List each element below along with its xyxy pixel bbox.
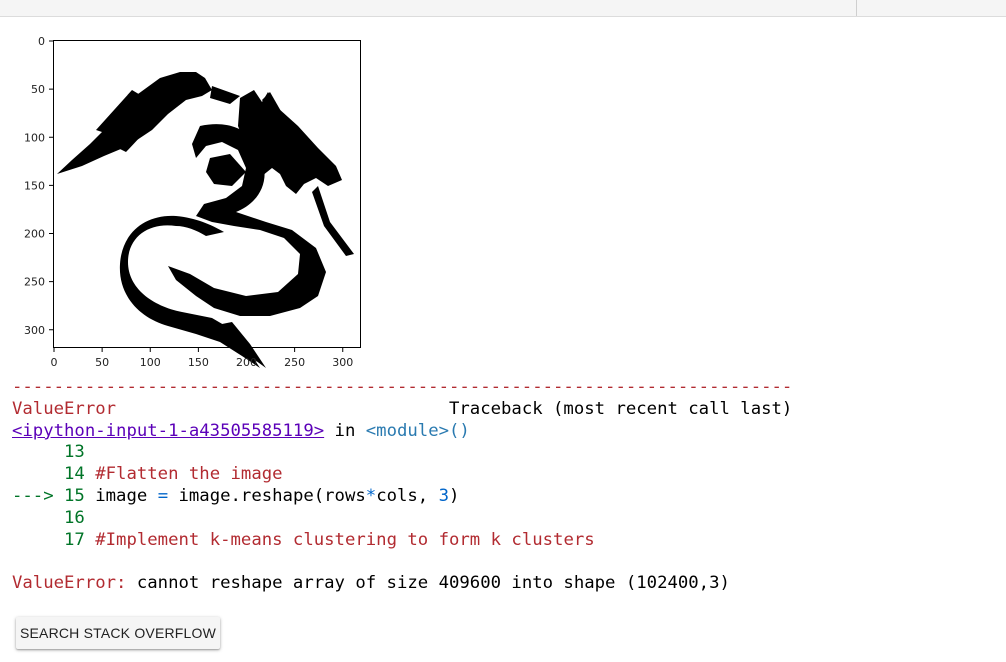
x-tick-label: 200	[236, 356, 257, 369]
ipython-input-link[interactable]: <ipython-input-1-a43505585119>	[12, 421, 324, 441]
traceback-line: 16	[64, 507, 85, 528]
traceback-header: Traceback (most recent call last)	[448, 398, 793, 419]
traceback-line: 17 #Implement k-means clustering to form…	[64, 529, 595, 550]
x-tick-label: 100	[140, 356, 161, 369]
y-tick-label: 0	[38, 35, 45, 48]
dragon-whisker	[312, 186, 354, 256]
y-tick-label: 250	[24, 276, 45, 289]
traceback-output: ----------------------------------------…	[12, 377, 792, 595]
toolbar-divider	[856, 0, 857, 16]
traceback-separator: ----------------------------------------…	[12, 377, 793, 397]
y-tick-label: 50	[31, 83, 45, 96]
y-tick-label: 300	[24, 324, 45, 337]
cell-toolbar	[0, 0, 1006, 17]
x-tick-label: 250	[284, 356, 305, 369]
dragon-image	[57, 72, 354, 368]
traceback-line-current: ---> 15 image = image.reshape(rows*cols,…	[12, 485, 460, 506]
module-name: <module>()	[365, 420, 470, 441]
x-tick-label: 50	[95, 356, 109, 369]
image-plot: 0 50 100 150 200 250 300 0 50 100 150 200 250 300	[0, 26, 380, 376]
search-stack-overflow-button[interactable]: SEARCH STACK OVERFLOW	[16, 617, 220, 649]
x-tick-label: 300	[332, 356, 353, 369]
y-tick-label: 150	[24, 179, 45, 192]
y-tick-label: 100	[24, 131, 45, 144]
y-tick-label: 200	[24, 228, 45, 241]
final-error-message: cannot reshape array of size 409600 into…	[136, 573, 730, 594]
dragon-inner-scales	[206, 154, 246, 186]
dragon-wing	[57, 72, 212, 174]
x-axis-ticks: 0 50 100 150 200 250 300	[51, 348, 353, 369]
x-tick-label: 150	[188, 356, 209, 369]
error-type: ValueError	[12, 398, 117, 419]
plot-svg: 0 50 100 150 200 250 300 0 50 100 150 200 250 300	[24, 35, 361, 369]
y-axis-ticks: 0 50 100 150 200 250 300	[24, 35, 53, 337]
in-word: in	[334, 420, 356, 441]
final-error-type: ValueError:	[12, 573, 127, 594]
x-tick-label: 0	[51, 356, 58, 369]
traceback-line: 13	[64, 442, 85, 463]
traceback-line: 14 #Flatten the image	[64, 464, 283, 485]
